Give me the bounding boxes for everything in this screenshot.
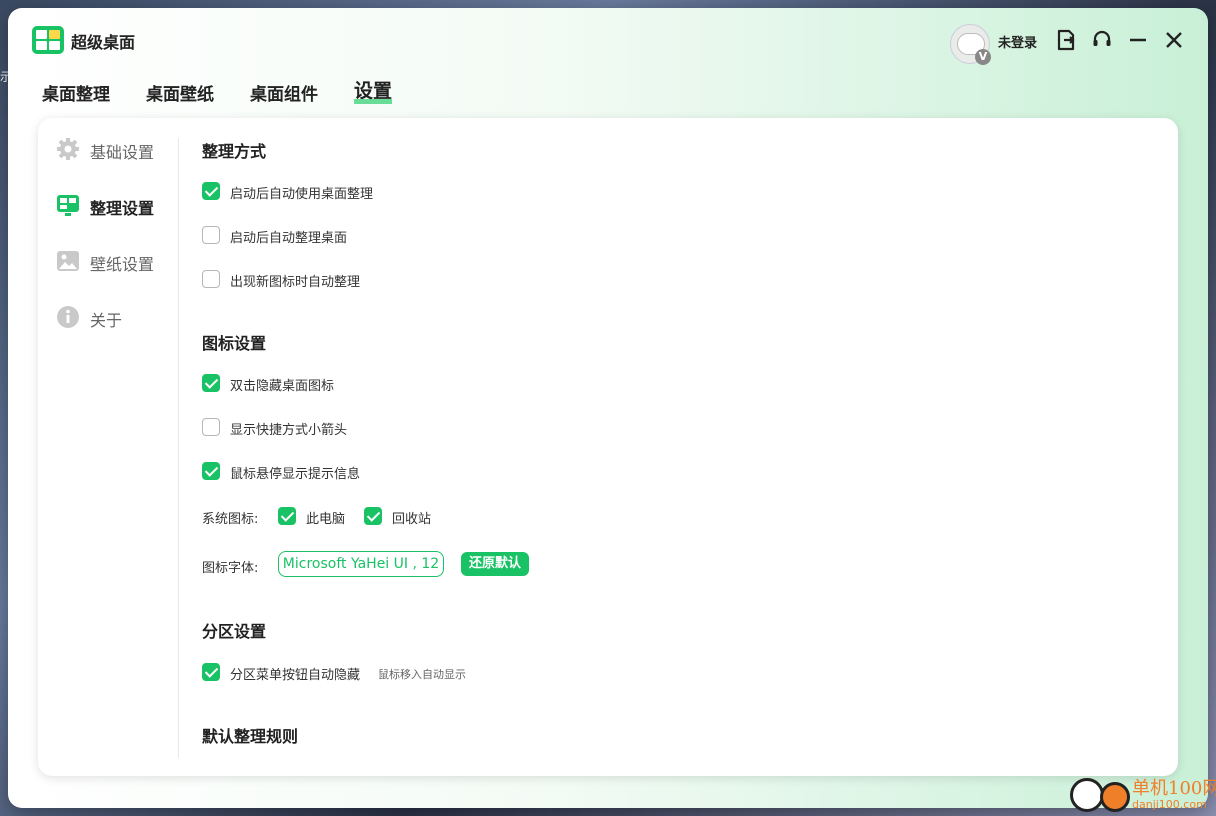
tab-settings[interactable]: 设置 (354, 76, 393, 104)
app-logo-icon (32, 26, 64, 54)
app-window: 超级桌面 V 未登录 桌面整理 桌面壁纸 桌面组件 设置 基础设置 整理设置 壁… (8, 8, 1208, 808)
main-tabs: 桌面整理 桌面壁纸 桌面组件 设置 (8, 72, 1208, 112)
login-status[interactable]: 未登录 (998, 32, 1037, 51)
watermark-url: danji100.com (1132, 798, 1207, 811)
checkbox-checked[interactable] (202, 182, 220, 200)
sidebar-item-label: 关于 (90, 311, 123, 330)
option-hint: 鼠标移入自动显示 (378, 668, 466, 681)
checkbox-unchecked[interactable] (202, 270, 220, 288)
sidebar-item-label: 整理设置 (90, 199, 155, 218)
export-icon[interactable] (1054, 28, 1078, 52)
tab-wallpaper[interactable]: 桌面壁纸 (146, 80, 214, 105)
info-icon (57, 306, 79, 328)
watermark-circle-icon (1100, 782, 1130, 812)
sidebar-divider (178, 138, 179, 758)
option-label: 启动后自动使用桌面整理 (230, 187, 374, 202)
app-title: 超级桌面 (71, 33, 136, 52)
section-title-icons: 图标设置 (202, 334, 267, 353)
sidebar-item-label: 壁纸设置 (90, 255, 155, 274)
watermark-plus-icon (1070, 778, 1104, 812)
option-label: 出现新图标时自动整理 (230, 275, 361, 290)
system-icons-label: 系统图标: (202, 512, 259, 527)
checkbox-unchecked[interactable] (202, 418, 220, 436)
checkbox-unchecked[interactable] (202, 226, 220, 244)
option-label: 回收站 (392, 512, 432, 527)
section-title-rules: 默认整理规则 (202, 727, 299, 746)
minimize-icon[interactable] (1126, 28, 1150, 52)
organize-icon (57, 195, 79, 216)
checkbox-checked[interactable] (202, 462, 220, 480)
image-icon (57, 251, 79, 271)
option-label: 此电脑 (306, 512, 346, 527)
option-label: 鼠标悬停显示提示信息 (230, 467, 361, 482)
support-headset-icon[interactable] (1090, 28, 1114, 52)
tab-desktop-organize[interactable]: 桌面整理 (42, 80, 110, 105)
checkbox-checked[interactable] (364, 507, 382, 525)
section-title-partition: 分区设置 (202, 622, 267, 641)
settings-sidebar: 基础设置 整理设置 壁纸设置 关于 (38, 118, 178, 776)
option-label: 启动后自动整理桌面 (230, 231, 348, 246)
settings-panel: 基础设置 整理设置 壁纸设置 关于 整理方式 启动后自动使用桌面整理 启动后自动… (38, 118, 1178, 776)
vip-badge: V (975, 49, 991, 65)
checkbox-checked[interactable] (278, 507, 296, 525)
option-label: 显示快捷方式小箭头 (230, 423, 348, 438)
option-label: 分区菜单按钮自动隐藏 (230, 668, 361, 683)
checkbox-checked[interactable] (202, 374, 220, 392)
tab-widgets[interactable]: 桌面组件 (250, 80, 318, 105)
icon-font-picker[interactable]: Microsoft YaHei UI , 12 (278, 551, 444, 577)
reset-default-button[interactable]: 还原默认 (461, 552, 529, 576)
avatar[interactable]: V (950, 24, 991, 65)
checkbox-checked[interactable] (202, 663, 220, 681)
settings-content: 整理方式 启动后自动使用桌面整理 启动后自动整理桌面 出现新图标时自动整理 图标… (202, 118, 1178, 776)
section-title-organize: 整理方式 (202, 142, 267, 161)
gear-icon (57, 138, 79, 160)
close-icon[interactable] (1162, 28, 1186, 52)
sidebar-item-label: 基础设置 (90, 143, 155, 162)
option-label: 双击隐藏桌面图标 (230, 379, 335, 394)
icon-font-label: 图标字体: (202, 561, 259, 576)
watermark-logo: 单机100网 danji100.com (1066, 774, 1216, 816)
watermark-text: 单机100网 (1132, 778, 1216, 799)
titlebar: 超级桌面 V 未登录 (8, 8, 1208, 72)
